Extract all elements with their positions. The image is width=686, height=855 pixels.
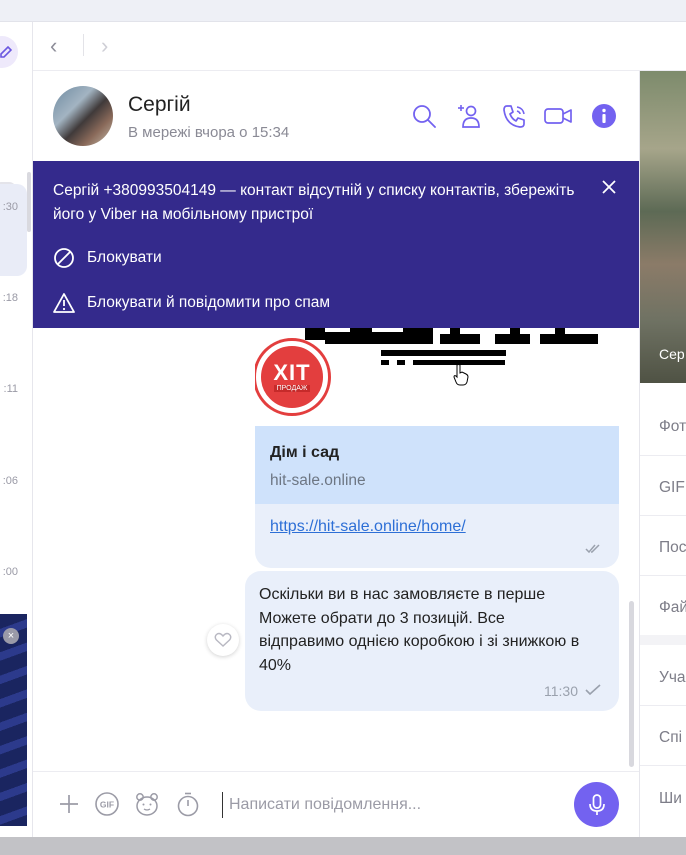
panel-item-files[interactable]: Фай xyxy=(659,599,686,617)
close-icon xyxy=(602,180,616,194)
badge-sub-text: ПРОДАЖ xyxy=(273,385,311,392)
timer-button[interactable] xyxy=(174,790,202,818)
message-text: Оскільки ви в нас замовляєте в перше Мож… xyxy=(259,586,580,674)
double-check-icon xyxy=(585,544,600,554)
chat-list-time: :11 xyxy=(3,383,18,395)
chat-header: Сергій В мережі вчора о 15:34 xyxy=(33,71,639,161)
panel-item-photos[interactable]: Фот xyxy=(659,418,686,436)
message-composer: GIF xyxy=(33,771,639,837)
check-icon xyxy=(585,684,601,696)
gif-button[interactable]: GIF xyxy=(93,790,121,818)
chat-list-scrollbar[interactable] xyxy=(27,172,31,232)
heart-icon xyxy=(214,632,232,647)
chat-list-item-selected[interactable] xyxy=(0,184,27,276)
block-button[interactable]: Блокувати xyxy=(53,245,162,271)
taskbar-edge xyxy=(0,837,686,855)
link-preview-title: Дім і сад xyxy=(270,444,340,461)
add-user-icon xyxy=(458,105,480,128)
svg-text:GIF: GIF xyxy=(100,800,114,810)
panel-item-participants[interactable]: Уча xyxy=(659,669,686,687)
panel-divider xyxy=(640,515,686,516)
video-camera-icon xyxy=(544,108,572,124)
panel-divider xyxy=(640,705,686,706)
ad-close-button[interactable]: × xyxy=(3,628,19,644)
forward-button[interactable]: › xyxy=(101,34,108,58)
profile-photo[interactable] xyxy=(640,71,686,383)
block-label: Блокувати xyxy=(87,249,162,266)
info-button[interactable] xyxy=(589,101,619,131)
block-report-spam-label: Блокувати й повідомити про спам xyxy=(87,294,331,311)
like-button[interactable] xyxy=(207,624,239,656)
gif-icon: GIF xyxy=(95,792,119,816)
stopwatch-icon xyxy=(177,792,199,817)
link-preview-domain: hit-sale.online xyxy=(270,472,366,489)
unknown-contact-banner: Сергій +380993504149 — контакт відсутній… xyxy=(33,161,639,328)
sticker-button[interactable] xyxy=(133,790,161,818)
attach-button[interactable] xyxy=(55,790,83,818)
search-icon xyxy=(413,105,436,128)
chat-list-time: :18 xyxy=(2,292,18,304)
sticker-bear-icon xyxy=(136,793,158,816)
video-call-button[interactable] xyxy=(543,101,573,131)
chat-list-time: :30 xyxy=(2,201,18,213)
back-button[interactable]: ‹ xyxy=(50,34,57,58)
phone-icon xyxy=(503,105,525,128)
banner-message: Сергій +380993504149 — контакт відсутній… xyxy=(53,182,575,223)
info-icon xyxy=(592,104,616,128)
chat-info-panel: Сер Фот GIF Пос Фай Уча Спі Ши xyxy=(639,71,686,837)
message-link[interactable]: https://hit-sale.online/home/ xyxy=(270,518,466,536)
window-title-bar xyxy=(0,0,686,22)
message-time: 11:30 xyxy=(544,683,578,699)
chat-list-time: :00 xyxy=(2,566,18,578)
chat-list-panel: ••• :30 :18 :11 :06 :00 × xyxy=(0,22,33,837)
panel-divider xyxy=(640,765,686,766)
panel-divider xyxy=(640,455,686,456)
warning-icon xyxy=(53,293,75,313)
delivered-status-icon xyxy=(584,683,602,702)
banner-close-button[interactable] xyxy=(596,174,622,200)
panel-item-gif[interactable]: GIF xyxy=(659,479,685,497)
chat-list-time: :06 xyxy=(2,475,18,487)
panel-divider xyxy=(640,575,686,576)
block-report-spam-button[interactable]: Блокувати й повідомити про спам xyxy=(53,290,330,316)
avatar[interactable] xyxy=(53,86,113,146)
contact-name[interactable]: Сергій xyxy=(128,93,191,117)
add-participant-button[interactable] xyxy=(454,101,484,131)
hit-sale-badge: ХІТ ПРОДАЖ xyxy=(256,341,328,413)
contact-status: В мережі вчора о 15:34 xyxy=(128,124,290,141)
panel-item-common[interactable]: Спі xyxy=(659,729,682,747)
compose-button[interactable] xyxy=(0,36,18,68)
nav-divider xyxy=(83,34,84,56)
panel-section-gap xyxy=(640,635,686,645)
text-message-bubble[interactable]: Оскільки ви в нас замовляєте в перше Мож… xyxy=(245,571,619,711)
read-status-icon xyxy=(585,542,601,560)
badge-main-text: ХІТ xyxy=(273,360,311,385)
voice-message-button[interactable] xyxy=(574,782,619,827)
message-input[interactable] xyxy=(222,792,562,818)
link-preview-info[interactable]: Дім і сад hit-sale.online xyxy=(255,426,619,504)
panel-item-links[interactable]: Пос xyxy=(659,539,686,557)
ad-banner[interactable] xyxy=(0,614,27,826)
link-message-bubble[interactable]: ХІТ ПРОДАЖ Дім і сад hit-sale.online htt… xyxy=(255,306,619,568)
edit-icon xyxy=(0,46,12,58)
profile-photo-label: Сер xyxy=(659,346,685,362)
plus-icon xyxy=(60,795,78,813)
block-icon xyxy=(54,248,74,268)
hand-cursor-icon xyxy=(453,364,469,391)
microphone-icon xyxy=(588,793,605,815)
navigation-bar: ‹ › xyxy=(33,22,686,71)
messages-scrollbar[interactable] xyxy=(629,601,634,767)
panel-item-share[interactable]: Ши xyxy=(659,790,682,808)
search-button[interactable] xyxy=(409,101,439,131)
call-button[interactable] xyxy=(499,101,529,131)
